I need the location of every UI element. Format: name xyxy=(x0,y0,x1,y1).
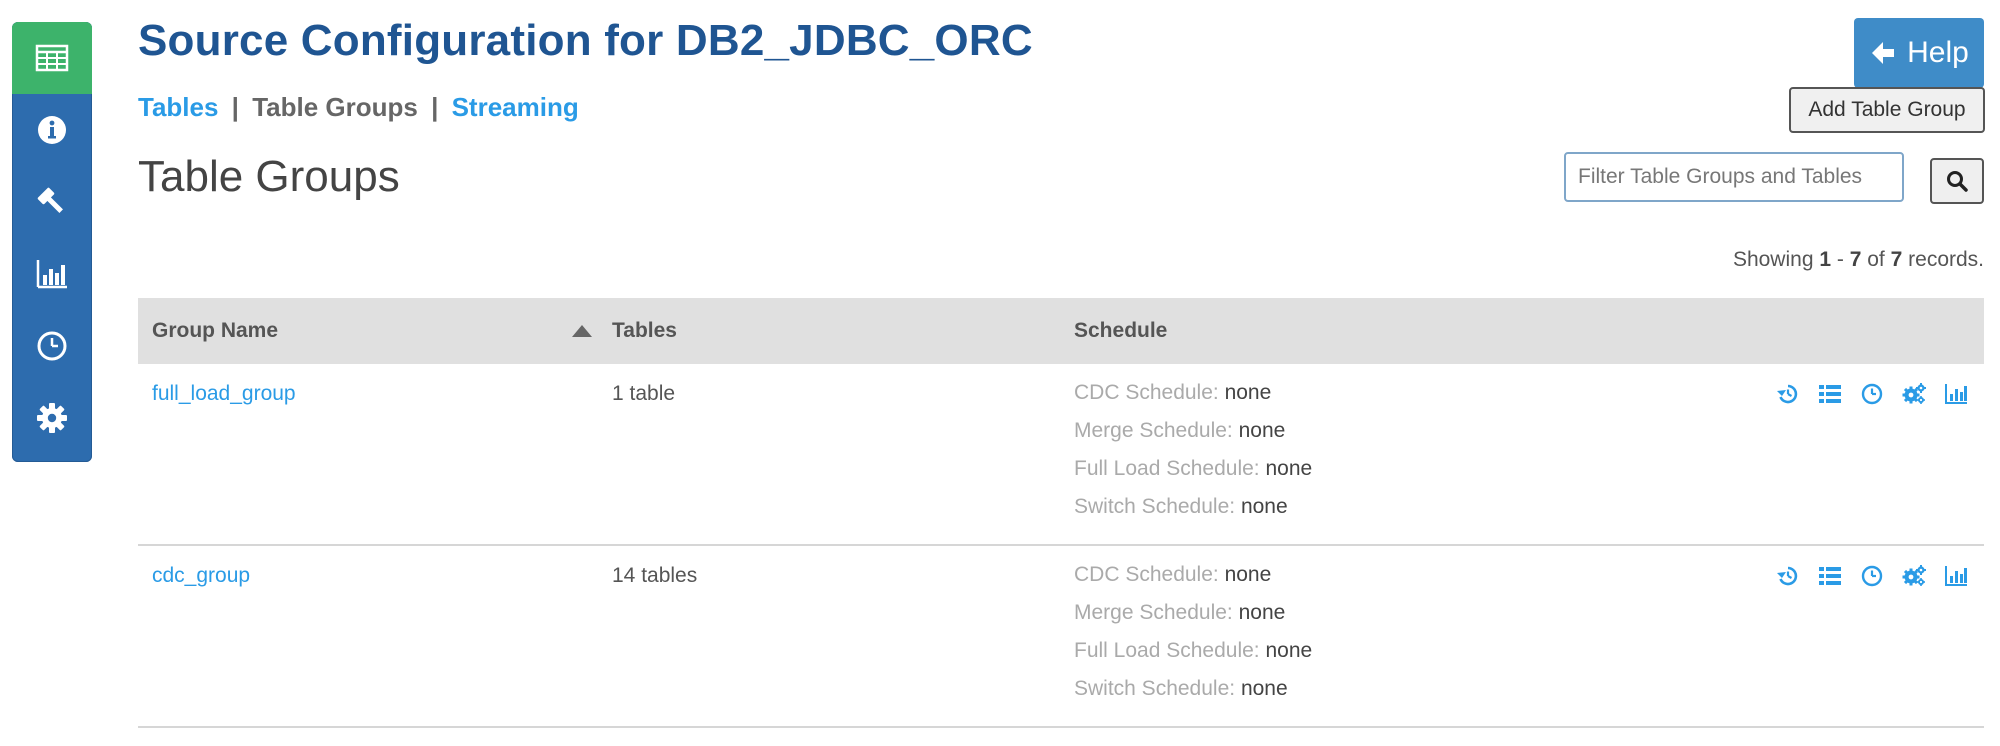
schedule-item: Merge Schedule: none xyxy=(1074,412,1312,450)
list-icon[interactable] xyxy=(1816,562,1844,590)
table-row: full_load_group 1 table CDC Schedule: none… xyxy=(138,364,1984,546)
schedule-item: Merge Schedule: none xyxy=(1074,594,1312,632)
sidebar-item-info[interactable] xyxy=(12,94,92,166)
page-title: Source Configuration for DB2_JDBC_ORC xyxy=(138,16,1033,65)
history-icon[interactable] xyxy=(1774,562,1802,590)
group-name-link[interactable]: cdc_group xyxy=(152,564,250,588)
section-title: Table Groups xyxy=(138,152,400,201)
help-label: Help xyxy=(1907,36,1969,69)
records-suffix: records. xyxy=(1908,248,1984,271)
nav-current-table-groups: Table Groups xyxy=(252,92,418,122)
history-icon[interactable] xyxy=(1774,380,1802,408)
schedule-label: Switch Schedule: xyxy=(1074,677,1236,700)
schedule-label: Merge Schedule: xyxy=(1074,419,1233,442)
schedule-item: Full Load Schedule: none xyxy=(1074,632,1312,670)
list-icon[interactable] xyxy=(1816,380,1844,408)
schedule-label: Switch Schedule: xyxy=(1074,495,1236,518)
schedule-list: CDC Schedule: none Merge Schedule: none Fu… xyxy=(1074,556,1312,708)
gear-icon xyxy=(37,403,67,433)
column-label: Schedule xyxy=(1074,319,1168,342)
sort-ascending-icon xyxy=(572,325,592,337)
schedule-value: none xyxy=(1238,601,1286,624)
group-table-count: 1 table xyxy=(612,382,676,405)
schedule-value: none xyxy=(1265,457,1313,480)
clock-icon[interactable] xyxy=(1858,380,1886,408)
column-header-schedule[interactable]: Schedule xyxy=(1074,298,1167,364)
schedule-label: CDC Schedule: xyxy=(1074,381,1219,404)
column-label: Tables xyxy=(612,319,677,342)
records-prefix: Showing xyxy=(1732,248,1814,271)
schedule-label: Full Load Schedule: xyxy=(1074,457,1260,480)
records-total: 7 xyxy=(1890,248,1903,271)
search-button[interactable] xyxy=(1930,158,1984,204)
info-icon xyxy=(38,116,66,144)
row-actions xyxy=(1774,380,1970,408)
records-of: of xyxy=(1867,248,1885,271)
schedule-list: CDC Schedule: none Merge Schedule: none Fu… xyxy=(1074,374,1312,526)
sidebar-item-actions[interactable] xyxy=(12,166,92,238)
sidebar-item-tables[interactable] xyxy=(12,22,92,94)
schedule-value: none xyxy=(1240,677,1288,700)
cogs-icon[interactable] xyxy=(1900,380,1928,408)
sidebar-item-metrics[interactable] xyxy=(12,238,92,310)
arrow-left-icon xyxy=(1872,42,1895,64)
column-header-tables[interactable]: Tables xyxy=(612,298,677,364)
help-button[interactable]: Help xyxy=(1854,18,1984,88)
search-icon xyxy=(1947,171,1968,192)
sidebar-item-settings[interactable] xyxy=(12,382,92,454)
table-row: cdc_group 14 tables CDC Schedule: none Merg… xyxy=(138,546,1984,728)
filter-input[interactable] xyxy=(1564,152,1904,202)
records-dash: - xyxy=(1836,248,1844,271)
schedule-value: none xyxy=(1238,419,1286,442)
sidebar-item-schedule[interactable] xyxy=(12,310,92,382)
schedule-label: CDC Schedule: xyxy=(1074,563,1219,586)
schedule-item: CDC Schedule: none xyxy=(1074,374,1312,412)
schedule-value: none xyxy=(1265,639,1313,662)
nav-separator: | xyxy=(431,92,439,122)
table-header: Group Name Tables Schedule xyxy=(138,298,1984,364)
gavel-icon xyxy=(37,187,63,213)
table-body: full_load_group 1 table CDC Schedule: none… xyxy=(138,364,1984,728)
nav-link-tables[interactable]: Tables xyxy=(138,92,218,122)
add-table-group-button[interactable]: Add Table Group xyxy=(1789,87,1985,133)
nav-link-streaming[interactable]: Streaming xyxy=(452,92,579,122)
schedule-value: none xyxy=(1240,495,1288,518)
records-to: 7 xyxy=(1849,248,1862,271)
records-from: 1 xyxy=(1819,248,1832,271)
table-icon xyxy=(35,44,69,72)
nav-separator: | xyxy=(231,92,239,122)
column-header-group-name[interactable]: Group Name xyxy=(152,298,592,364)
schedule-item: CDC Schedule: none xyxy=(1074,556,1312,594)
schedule-label: Merge Schedule: xyxy=(1074,601,1233,624)
schedule-value: none xyxy=(1224,381,1272,404)
sub-navigation: Tables | Table Groups | Streaming xyxy=(138,92,579,123)
bar-chart-icon[interactable] xyxy=(1942,562,1970,590)
schedule-value: none xyxy=(1224,563,1272,586)
bar-chart-icon[interactable] xyxy=(1942,380,1970,408)
row-actions xyxy=(1774,562,1970,590)
records-summary: Showing 1 - 7 of 7 records. xyxy=(1733,248,1984,272)
clock-icon xyxy=(37,331,67,361)
schedule-item: Full Load Schedule: none xyxy=(1074,450,1312,488)
sidebar xyxy=(12,22,92,462)
schedule-item: Switch Schedule: none xyxy=(1074,670,1312,708)
group-name-link[interactable]: full_load_group xyxy=(152,382,296,406)
cogs-icon[interactable] xyxy=(1900,562,1928,590)
table-groups-table: Group Name Tables Schedule full_load_gro… xyxy=(138,298,1984,728)
column-label: Group Name xyxy=(152,319,279,342)
group-table-count: 14 tables xyxy=(612,564,698,587)
bar-chart-icon xyxy=(36,260,67,289)
clock-icon[interactable] xyxy=(1858,562,1886,590)
schedule-label: Full Load Schedule: xyxy=(1074,639,1260,662)
schedule-item: Switch Schedule: none xyxy=(1074,488,1312,526)
